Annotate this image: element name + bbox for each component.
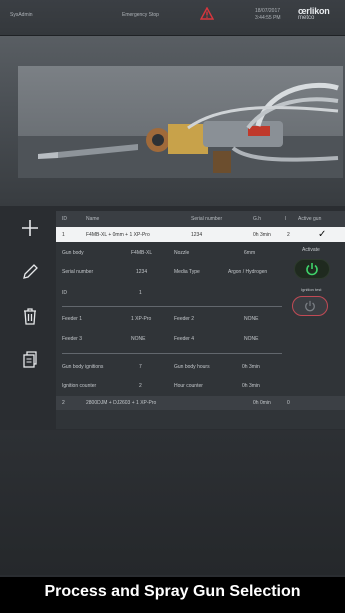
feeder2-label: Feeder 2 xyxy=(174,316,195,322)
media-type-label: Media Type xyxy=(174,269,200,275)
spray-gun-table: ID Name Serial number G.h I Active gun 1… xyxy=(56,211,345,429)
ignition-test-button[interactable] xyxy=(292,296,328,316)
side-toolbar xyxy=(12,210,50,386)
empty-area xyxy=(0,430,345,575)
feeder3-label: Feeder 3 xyxy=(62,336,83,342)
time-text: 3:44:55 PM xyxy=(255,15,281,21)
feeder3-value: NONE xyxy=(131,336,146,342)
table-header: ID Name Serial number G.h I Active gun xyxy=(56,211,345,227)
activate-label: Activate xyxy=(302,247,320,253)
ignition-test-label: Ignition test xyxy=(301,287,322,292)
logo: œrlikon metco xyxy=(298,6,330,21)
row-name: F4MB-XL + 0mm + 1 XP-Pro xyxy=(86,232,150,238)
row-i: 0 xyxy=(287,400,290,406)
row-id: 1 xyxy=(62,232,65,238)
add-icon xyxy=(22,220,38,236)
row-hours: 0h 0min xyxy=(253,400,271,406)
feeder4-label: Feeder 4 xyxy=(174,336,195,342)
ignition-counter-label: Ignition counter xyxy=(62,383,97,389)
divider xyxy=(62,306,282,307)
serial-label: Serial number xyxy=(62,269,94,275)
user-name[interactable]: SysAdmin xyxy=(10,12,33,18)
gun-body-ignitions-value: 7 xyxy=(139,364,142,370)
nozzle-label: Nozzle xyxy=(174,250,190,256)
gun-body-label: Gun body xyxy=(62,250,84,256)
id-value: 1 xyxy=(139,290,142,296)
col-id[interactable]: ID xyxy=(62,216,67,222)
datetime: 18/07/2017 3:44:55 PM xyxy=(255,8,281,22)
date-text: 18/07/2017 xyxy=(255,8,281,14)
edit-pencil-icon xyxy=(23,264,38,279)
caption-banner: Process and Spray Gun Selection xyxy=(0,577,345,613)
col-hours[interactable]: G.h xyxy=(253,216,261,222)
feeder4-value: NONE xyxy=(244,336,259,342)
col-i[interactable]: I xyxy=(285,216,286,222)
checkmark-icon[interactable]: ✓ xyxy=(318,229,326,240)
spray-gun-illustration xyxy=(18,82,343,178)
copy-button[interactable] xyxy=(12,342,48,378)
feeder2-value: NONE xyxy=(244,316,259,322)
hour-counter-value: 0h 3min xyxy=(242,383,260,389)
nozzle-value: 6mm xyxy=(244,250,256,256)
spray-gun-photo xyxy=(18,66,343,178)
edit-button[interactable] xyxy=(12,254,48,290)
media-type-value: Argon / Hydrogen xyxy=(228,269,268,275)
col-serial[interactable]: Serial number xyxy=(191,216,222,222)
gun-body-hours-label: Gun body hours xyxy=(174,364,210,370)
divider xyxy=(62,353,282,354)
row-id: 2 xyxy=(62,400,65,406)
col-active[interactable]: Active gun xyxy=(298,216,321,222)
top-bar: SysAdmin Emergency Stop 18/07/2017 3:44:… xyxy=(0,0,345,36)
power-icon xyxy=(306,263,318,276)
col-name[interactable]: Name xyxy=(86,216,99,222)
row-serial: 1234 xyxy=(191,232,203,238)
hour-counter-label: Hour counter xyxy=(174,383,203,389)
id-label: ID xyxy=(62,290,67,296)
row-hours: 0h 3min xyxy=(253,232,271,238)
feeder1-value: 1 XP-Pro xyxy=(131,316,152,322)
row-name: 2800DJM + DJ2603 + 1 XP-Pro xyxy=(86,400,157,406)
row-i: 2 xyxy=(287,232,290,238)
table-row[interactable]: 2 2800DJM + DJ2603 + 1 XP-Pro 0h 0min 0 xyxy=(56,396,345,410)
add-button[interactable] xyxy=(12,210,48,246)
gun-body-ignitions-label: Gun body ignitions xyxy=(62,364,104,370)
gun-body-hours-value: 0h 3min xyxy=(242,364,260,370)
spray-gun-image-area xyxy=(0,36,345,206)
serial-value: 1234 xyxy=(136,269,148,275)
ignition-counter-value: 2 xyxy=(139,383,142,389)
activate-button[interactable] xyxy=(294,259,330,279)
trash-icon xyxy=(24,308,36,325)
gun-body-value: F4MB-XL xyxy=(131,250,153,256)
power-icon xyxy=(305,300,315,312)
warning-triangle-icon[interactable] xyxy=(200,7,214,20)
table-row[interactable]: 1 F4MB-XL + 0mm + 1 XP-Pro 1234 0h 3min … xyxy=(56,227,345,242)
copy-icon xyxy=(23,351,37,368)
feeder1-label: Feeder 1 xyxy=(62,316,83,322)
emergency-stop-label[interactable]: Emergency Stop xyxy=(122,12,159,18)
delete-button[interactable] xyxy=(12,298,48,334)
